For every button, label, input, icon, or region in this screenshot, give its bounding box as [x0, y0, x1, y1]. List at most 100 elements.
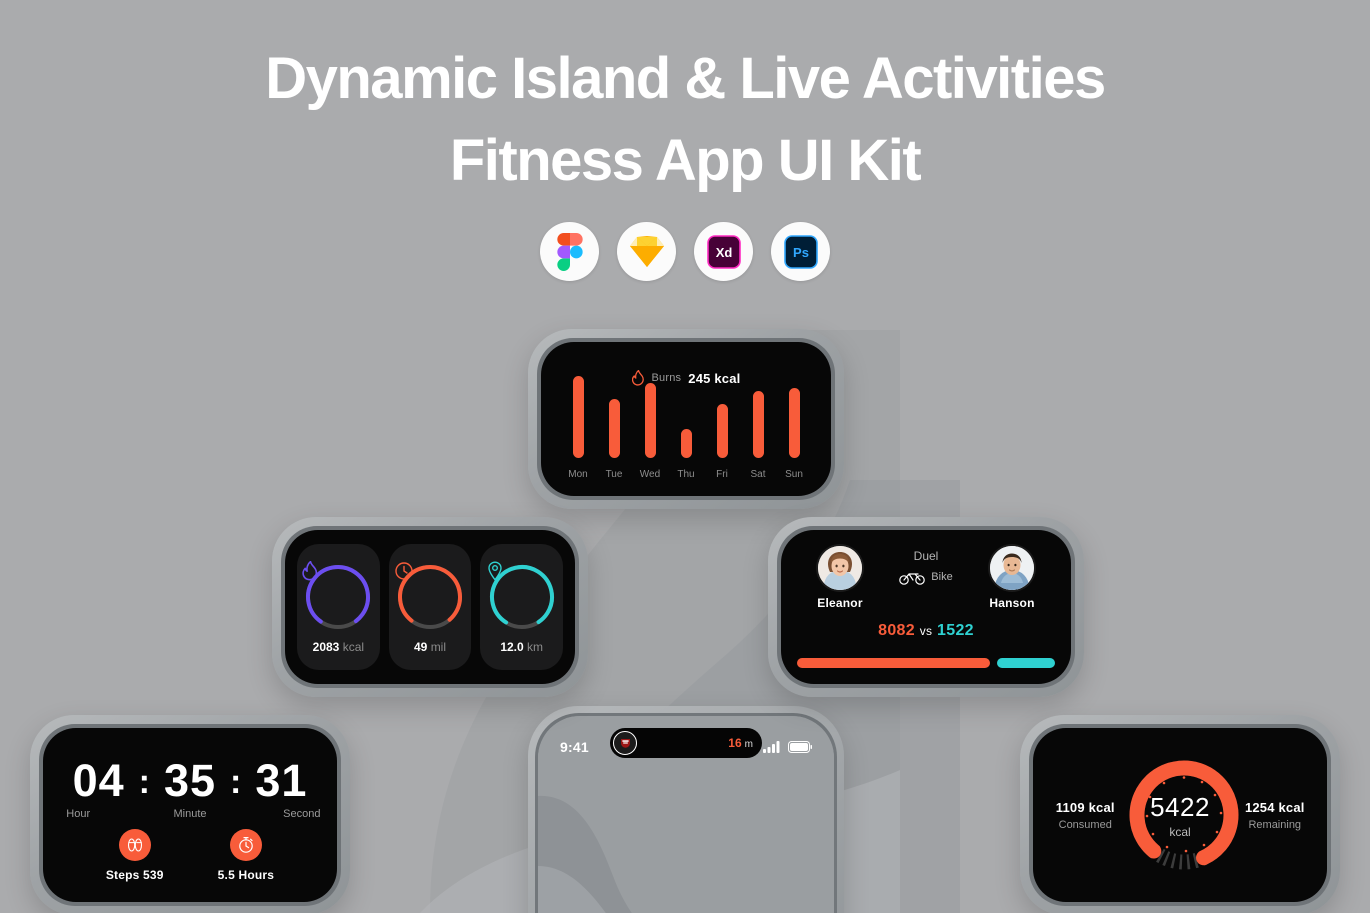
duel-player-left[interactable]: Eleanor [797, 546, 883, 610]
bar-wed [644, 383, 656, 458]
svg-text:Ps: Ps [793, 245, 809, 260]
status-indicators [763, 741, 812, 753]
calories-ring-text: 2083 kcal [313, 640, 364, 654]
widget-bezel: 04 : 35 : 31 Hour Minute Second Steps 53… [39, 724, 341, 906]
iphone-device-mockup: 9:41 16 m [528, 706, 844, 913]
timer-unit-labels: Hour Minute Second [43, 808, 337, 820]
burns-bar-labels: Mon Tue Wed Thu Fri Sat Sun [563, 469, 809, 480]
poster-canvas: Dynamic Island & Live Activities Fitness… [0, 0, 1370, 913]
bar-column [635, 383, 665, 458]
widget-bezel: Eleanor Duel Bike Hanson 8082 vs 1522 [777, 526, 1075, 688]
timer-widget-screen: 04 : 35 : 31 Hour Minute Second Steps 53… [43, 728, 337, 902]
bar-label-fri: Fri [716, 469, 728, 480]
bar-label-wed: Wed [639, 469, 661, 480]
bar-sun [788, 388, 800, 458]
duel-widget-screen: Eleanor Duel Bike Hanson 8082 vs 1522 [781, 530, 1071, 684]
calories-ring-unit: kcal [342, 639, 365, 654]
calories-consumed: 1109 kcal Consumed [1049, 800, 1121, 831]
duel-left-name: Eleanor [817, 596, 863, 610]
dynamic-island[interactable]: 16 m [610, 728, 762, 758]
rings-row: 2083 kcal 49 mil 12.0 km [297, 544, 564, 670]
footsteps-icon [118, 829, 151, 861]
photoshop-icon[interactable]: Ps [771, 222, 830, 281]
bar-fri [716, 403, 728, 458]
phone-screen: 9:41 16 m [538, 716, 834, 913]
bar-column [779, 388, 809, 458]
distance-ring-text: 12.0 km [500, 640, 543, 654]
duel-activity: Bike [899, 569, 953, 585]
figma-icon[interactable] [540, 222, 599, 281]
calories-row: 1109 kcal Consumed 5422 kcal 1254 kcal R… [1033, 728, 1327, 902]
bar-label-sat: Sat [750, 469, 766, 480]
island-unit: m [744, 739, 753, 750]
bar-column [671, 429, 701, 458]
adobe-xd-icon[interactable]: Xd [694, 222, 753, 281]
duel-score: 8082 vs 1522 [781, 622, 1071, 640]
burns-chart-widget[interactable]: Burns 245 kcal Mon Tue Wed Thu Fri Sat Sun [528, 329, 844, 509]
duel-player-right[interactable]: Hanson [969, 546, 1055, 610]
bicycle-icon [899, 573, 926, 585]
bar-column [707, 403, 737, 458]
duel-widget[interactable]: Eleanor Duel Bike Hanson 8082 vs 1522 [768, 517, 1084, 697]
duel-title: Duel [913, 549, 939, 563]
svg-text:Xd: Xd [715, 245, 732, 260]
avatar-photo-eleanor [818, 546, 862, 590]
timer-hour-label: Hour [66, 808, 91, 820]
app-badge-icon [613, 731, 637, 755]
bar-label-sun: Sun [785, 469, 803, 480]
activity-rings-widget[interactable]: 2083 kcal 49 mil 12.0 km [272, 517, 588, 697]
duel-right-progress [996, 658, 1055, 668]
timer-stats: Steps 539 5.5 Hours [43, 829, 337, 882]
calories-widget[interactable]: 1109 kcal Consumed 5422 kcal 1254 kcal R… [1020, 715, 1340, 913]
timer-separator-2: : [230, 763, 242, 801]
duel-right-name: Hanson [989, 596, 1035, 610]
bar-label-tue: Tue [605, 469, 623, 480]
timer-duration-label: 5.5 Hours [217, 868, 275, 882]
widget-bezel: 2083 kcal 49 mil 12.0 km [281, 526, 579, 688]
sketch-icon[interactable] [617, 222, 676, 281]
supported-formats: Xd Ps [0, 222, 1370, 281]
battery-icon [788, 741, 812, 753]
location-icon [486, 560, 558, 633]
calories-remaining-value: 1254 kcal [1244, 799, 1305, 815]
workout-timer-widget[interactable]: 04 : 35 : 31 Hour Minute Second Steps 53… [30, 715, 350, 913]
island-live-activity-value: 16 m [728, 736, 753, 750]
calories-widget-screen: 1109 kcal Consumed 5422 kcal 1254 kcal R… [1033, 728, 1327, 902]
bar-column [563, 375, 593, 458]
ring-card-calories[interactable]: 2083 kcal [297, 544, 380, 670]
timer-minute-label: Minute [173, 808, 207, 820]
rings-widget-screen: 2083 kcal 49 mil 12.0 km [285, 530, 575, 684]
timer-stat-steps[interactable]: Steps 539 [106, 829, 164, 882]
calories-ring [302, 560, 374, 633]
time-ring-value: 49 [413, 639, 428, 654]
bar-column [743, 391, 773, 458]
time-ring-unit: mil [430, 639, 447, 654]
bar-sat [752, 391, 764, 458]
phone-bezel: 9:41 16 m [535, 713, 837, 913]
calories-consumed-label: Consumed [1058, 818, 1112, 831]
ring-card-distance[interactable]: 12.0 km [480, 544, 564, 670]
status-time: 9:41 [560, 739, 589, 755]
duel-header: Eleanor Duel Bike Hanson [797, 546, 1055, 610]
calories-ring-value: 2083 [312, 639, 340, 654]
ring-card-time[interactable]: 49 mil [388, 544, 472, 670]
timer-second-label: Second [283, 808, 321, 820]
cellular-signal-icon [763, 741, 780, 753]
timer-hours: 04 [72, 755, 125, 806]
burns-bar-chart [563, 372, 809, 458]
duel-meta: Duel Bike [883, 546, 969, 610]
timer-stat-duration[interactable]: 5.5 Hours [218, 829, 275, 882]
calories-total-unit: kcal [1169, 824, 1191, 839]
distance-ring [486, 560, 558, 633]
calories-remaining: 1254 kcal Remaining [1239, 800, 1311, 831]
burns-widget-screen: Burns 245 kcal Mon Tue Wed Thu Fri Sat Sun [541, 342, 831, 496]
flame-icon [302, 560, 374, 633]
widget-bezel: Burns 245 kcal Mon Tue Wed Thu Fri Sat Sun [537, 338, 835, 500]
duel-vs-label: vs [919, 624, 933, 638]
calories-center-readout: 5422 kcal [1121, 752, 1238, 878]
distance-ring-unit: km [527, 639, 544, 654]
duel-left-score: 8082 [878, 622, 915, 639]
duel-progress-bars [797, 658, 1055, 668]
island-number: 16 [728, 736, 742, 750]
timer-minutes: 35 [163, 755, 217, 806]
